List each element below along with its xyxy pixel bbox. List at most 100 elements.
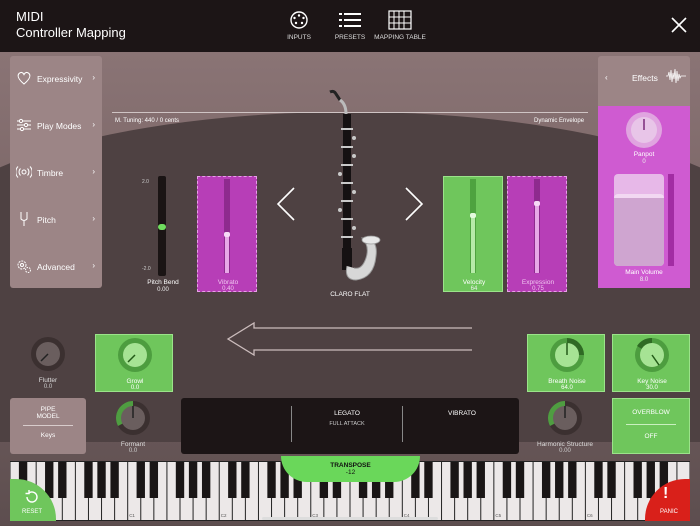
flutter-value: 0.0 [43,384,53,390]
expression-value: 0.75 [532,286,544,292]
mapping-table-label: MAPPING TABLE [374,34,426,41]
breath-noise-label: Breath Noise [548,378,586,385]
black-key[interactable] [84,462,93,498]
black-key[interactable] [555,462,564,498]
main-volume-track[interactable] [614,174,664,266]
black-key[interactable] [607,462,616,498]
panpot-value: 0 [642,159,646,165]
previous-instrument-button[interactable] [274,186,298,222]
growl-label: Growl [126,378,144,385]
black-key[interactable] [450,462,459,498]
chevron-right-icon: › [92,214,95,223]
expression-thumb[interactable] [534,201,540,207]
breath-noise-control[interactable]: Breath Noise 64.0 [527,334,605,392]
flutter-knob[interactable] [30,336,66,372]
effects-label: Effects [632,73,658,83]
close-icon[interactable] [670,16,688,34]
reset-icon [25,490,38,503]
formant-control[interactable]: Formant 0.0 [98,398,168,456]
black-key[interactable] [228,462,237,498]
expression-fill [535,205,539,273]
main-volume-label: Main Volume [625,269,663,276]
status-divider-2 [402,406,403,442]
black-key[interactable] [241,462,250,498]
flutter-control[interactable]: Flutter 0.0 [13,334,83,392]
menu-item-play-modes[interactable]: Play Modes › [10,110,102,140]
articulation-status: LEGATO FULL ATTACK VIBRATO [181,398,519,454]
chevron-left-icon[interactable]: ‹ [605,73,608,82]
presets-label: PRESETS [334,34,366,41]
black-key[interactable] [149,462,159,498]
panpot-control[interactable]: Panpot 0 [598,106,690,168]
black-key[interactable] [97,462,106,498]
pitch-bend-min: -2.0 [142,266,151,272]
vibrato-thumb[interactable] [224,232,230,238]
mapping-table-button[interactable]: MAPPING TABLE [365,10,435,48]
app-title-line2: Controller Mapping [16,25,126,40]
black-key[interactable] [594,462,603,498]
panpot-label: Panpot [633,151,655,158]
growl-value: 0.0 [130,385,140,391]
black-key[interactable] [175,462,185,498]
velocity-slider[interactable]: Velocity 64 [443,176,503,292]
tuning-fork-icon [20,212,28,226]
app-title-line1: MIDI [16,9,44,24]
panic-label: PANIC [660,509,678,515]
velocity-value: 64 [470,286,478,292]
vibrato-value: 0.40 [222,286,234,292]
menu-item-timbre[interactable]: Timbre › [10,157,102,187]
black-key[interactable] [633,462,642,498]
black-key[interactable] [541,462,551,498]
main-volume-meter [668,174,674,266]
transpose-control[interactable]: TRANSPOSE -12 [281,456,420,482]
black-key[interactable] [463,462,472,498]
menu-item-pitch[interactable]: Pitch › [10,204,102,234]
chevron-right-icon: › [92,261,95,270]
vibrato-fill [225,236,229,273]
legato-label: LEGATO [334,410,360,417]
expression-slider[interactable]: Expression 0.75 [507,176,567,292]
black-key[interactable] [424,462,433,498]
main-volume-control[interactable]: Main Volume 8.0 [598,168,690,288]
octave-label: C6 [587,513,593,518]
main-volume-value: 8.0 [639,277,649,283]
overblow-button[interactable]: OVERBLOW OFF [612,398,690,454]
inputs-label: INPUTS [287,34,311,41]
key-noise-knob[interactable] [634,337,670,373]
menu-item-advanced[interactable]: Advanced › [10,251,102,281]
vibrato-status-label: VIBRATO [448,410,476,417]
black-key[interactable] [502,462,512,498]
key-noise-control[interactable]: Key Noise 30.0 [612,334,690,392]
pipe-model-title-2: MODEL [36,413,60,420]
pitch-bend-slider[interactable]: 2.0 -2.0 [138,176,186,278]
black-key[interactable] [201,462,211,498]
vibrato-slider[interactable]: Vibrato 0.40 [197,176,257,292]
breath-noise-knob[interactable] [549,337,585,373]
pitch-bend-label: Pitch Bend [147,279,179,286]
growl-control[interactable]: Growl 0.0 [95,334,173,392]
next-instrument-button[interactable] [402,186,426,222]
black-key[interactable] [188,462,198,498]
dynamic-envelope-label[interactable]: Dynamic Envelope [534,118,584,124]
formant-knob[interactable] [115,400,151,436]
black-key[interactable] [110,462,119,498]
menu-item-expressivity[interactable]: Expressivity › [10,63,102,93]
harmonic-structure-control[interactable]: Harmonic Structure 0.00 [530,398,600,456]
menu-label-play-modes: Play Modes [37,121,82,131]
black-key[interactable] [58,462,67,498]
black-key[interactable] [568,462,577,498]
black-key[interactable] [136,462,145,498]
black-key[interactable] [476,462,485,498]
black-key[interactable] [267,462,276,498]
harmonic-structure-knob[interactable] [547,400,583,436]
master-tuning-label[interactable]: M. Tuning: 440 / 0 cents [115,118,179,124]
menu-label-pitch: Pitch [37,215,56,225]
panpot-knob[interactable] [624,110,664,150]
velocity-thumb[interactable] [470,212,476,218]
growl-knob[interactable] [117,337,153,373]
pipe-model-button[interactable]: PIPE MODEL Keys [10,398,86,454]
pitch-bend-thumb[interactable] [158,223,166,230]
pitch-bend-max: 2.0 [142,179,149,185]
key-noise-label: Key Noise [637,378,667,385]
black-key[interactable] [515,462,525,498]
